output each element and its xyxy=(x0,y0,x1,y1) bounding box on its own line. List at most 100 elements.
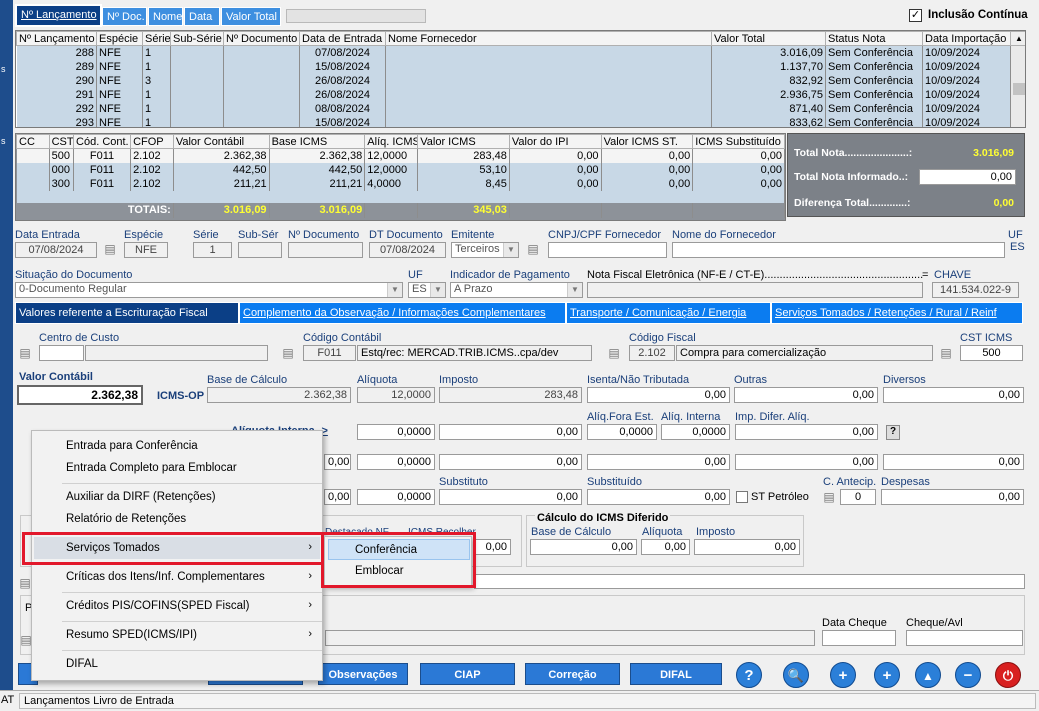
add-icon[interactable]: + xyxy=(874,662,900,688)
search-input[interactable] xyxy=(286,9,426,23)
situacao-select[interactable]: 0-Documento Regular ▼ xyxy=(15,282,403,298)
lookup-icon[interactable]: ▤ xyxy=(821,490,837,504)
tab-numero-lancamento[interactable]: Nº Lançamento xyxy=(15,4,102,27)
col-header[interactable]: Nº Lançamento xyxy=(16,31,97,46)
outras-input[interactable]: 0,00 xyxy=(734,387,878,403)
codigo-contabil-input[interactable]: F011 xyxy=(303,345,356,361)
vertical-scrollbar[interactable] xyxy=(1010,45,1025,127)
row2-field[interactable]: 0,00 xyxy=(883,454,1024,470)
difal-button[interactable]: DIFAL xyxy=(630,663,722,685)
data-cheque-input[interactable] xyxy=(822,630,896,646)
centro-custo-input[interactable] xyxy=(39,345,84,361)
items-grid[interactable]: CC CST Cód. Cont. CFOP Valor Contábil Ba… xyxy=(15,133,786,221)
chave-input[interactable]: 141.534.022-9 xyxy=(932,282,1019,298)
row2-field[interactable]: 0,00 xyxy=(587,454,730,470)
launch-grid[interactable]: Nº Lançamento Espécie Série Sub-Série Nº… xyxy=(15,30,1026,128)
menu-item-difal[interactable]: DIFAL xyxy=(66,658,98,670)
dif-base-input[interactable]: 0,00 xyxy=(530,539,637,555)
dif-aliq-input[interactable]: 0,00 xyxy=(641,539,690,555)
table-row[interactable]: 500 F011 2.102 2.362,38 2.362,38 12,0000 283,4… xyxy=(16,148,785,163)
table-row[interactable]: 293 NFE 1 15/08/2024 833,62 Sem Conferência 10… xyxy=(16,115,1026,127)
col-header[interactable]: Série xyxy=(142,31,171,46)
col-header[interactable]: CC xyxy=(16,134,50,149)
col-header[interactable]: ICMS Substituído xyxy=(692,134,785,149)
aliq-int2-input[interactable]: 0,0000 xyxy=(661,424,730,440)
c-antecip-input[interactable]: 0 xyxy=(840,489,876,505)
table-row[interactable]: 290 NFE 3 26/08/2024 832,92 Sem Conferência 10… xyxy=(16,73,1026,88)
lookup-icon[interactable]: ▤ xyxy=(606,346,622,360)
col-header[interactable]: Valor ICMS xyxy=(417,134,510,149)
tab-complemento-observacao[interactable]: Complemento da Observação / Informações … xyxy=(239,302,566,324)
despesas-input[interactable]: 0,00 xyxy=(881,489,1024,505)
row2-field[interactable]: 0,00 xyxy=(439,454,582,470)
scroll-up[interactable]: ▲ xyxy=(1010,31,1025,46)
tab-servicos-tomados[interactable]: Serviços Tomados / Retenções / Rural / R… xyxy=(771,302,1023,324)
cheque-input[interactable] xyxy=(906,630,1023,646)
inclusao-continua-checkbox[interactable]: ✓ xyxy=(909,9,922,22)
aliq-interna-input[interactable]: 0,0000 xyxy=(357,424,435,440)
imposto-input[interactable]: 283,48 xyxy=(439,387,582,403)
calendar-icon[interactable]: ▤ xyxy=(102,242,118,256)
col-header[interactable]: Data Importação xyxy=(922,31,1011,46)
menu-item-entrada-conferencia[interactable]: Entrada para Conferência xyxy=(66,440,198,452)
table-row[interactable]: 289 NFE 1 15/08/2024 1.137,70 Sem Conferência… xyxy=(16,59,1026,74)
observacao-input[interactable] xyxy=(474,574,1025,589)
col-header[interactable]: Nome Fornecedor xyxy=(385,31,712,46)
table-row[interactable]: 000 F011 2.102 442,50 442,50 12,0000 53,10 0,00… xyxy=(16,162,785,177)
col-header[interactable]: Valor ICMS ST. xyxy=(600,134,694,149)
lookup-icon[interactable]: ▤ xyxy=(17,346,33,360)
menu-item-auxiliar-dirf[interactable]: Auxiliar da DIRF (Retenções) xyxy=(66,491,216,503)
aliquota-input[interactable]: 12,0000 xyxy=(357,387,435,403)
substituto-input[interactable]: 0,00 xyxy=(439,489,582,505)
sub-serie-input[interactable] xyxy=(238,242,282,258)
col-header[interactable]: Status Nota xyxy=(825,31,923,46)
row3-field[interactable]: 0,0000 xyxy=(357,489,435,505)
tab-transporte[interactable]: Transporte / Comunicação / Energia xyxy=(566,302,771,324)
menu-item-entrada-completo[interactable]: Entrada Completo para Emblocar xyxy=(66,462,237,474)
icms-recolher-input[interactable]: 0,00 xyxy=(473,539,511,555)
codigo-fiscal-input[interactable]: 2.102 xyxy=(629,345,675,361)
row2-field[interactable]: 0,00 xyxy=(324,454,351,470)
col-header[interactable]: Cód. Cont. xyxy=(73,134,132,149)
table-row[interactable]: 288 NFE 1 07/08/2024 3.016,09 Sem Conferência… xyxy=(16,45,1025,127)
tab-numero-doc[interactable]: Nº Doc. xyxy=(102,7,147,26)
col-header[interactable]: CFOP xyxy=(130,134,174,149)
col-header[interactable]: Alíq. ICMS xyxy=(364,134,419,149)
menu-item-resumo-sped[interactable]: Resumo SPED(ICMS/IPI) xyxy=(66,629,197,641)
col-header[interactable]: Valor Total xyxy=(711,31,826,46)
row2-field[interactable]: 0,00 xyxy=(735,454,878,470)
data-entrada-input[interactable]: 07/08/2024 xyxy=(15,242,97,258)
dt-doc-input[interactable]: 07/08/2024 xyxy=(369,242,446,258)
imp-difer-input[interactable]: 0,00 xyxy=(735,424,878,440)
num-doc-input[interactable] xyxy=(288,242,363,258)
isenta-input[interactable]: 0,00 xyxy=(587,387,730,403)
remove-icon[interactable]: − xyxy=(955,662,981,688)
correcao-button[interactable]: Correção xyxy=(525,663,620,685)
col-header[interactable]: Base ICMS xyxy=(268,134,366,149)
chevron-down-icon[interactable]: ▼ xyxy=(503,243,518,257)
chevron-down-icon[interactable]: ▼ xyxy=(387,283,402,297)
pagamento-select[interactable]: A Prazo ▼ xyxy=(450,282,583,298)
serie-input[interactable]: 1 xyxy=(193,242,232,258)
aliq-interna-imposto[interactable]: 0,00 xyxy=(439,424,582,440)
ciap-button[interactable]: CIAP xyxy=(420,663,515,685)
nfe-input[interactable] xyxy=(587,282,923,298)
col-header[interactable]: Nº Documento xyxy=(223,31,300,46)
table-row[interactable]: 291 NFE 1 26/08/2024 2.936,75 Sem Conferência… xyxy=(16,87,1026,102)
observacoes-button[interactable]: Observações xyxy=(318,663,408,685)
tab-data[interactable]: Data xyxy=(184,7,220,26)
st-petroleo-checkbox[interactable] xyxy=(736,491,748,503)
dif-imp-input[interactable]: 0,00 xyxy=(694,539,800,555)
row3-field[interactable]: 0,00 xyxy=(324,489,351,505)
total-informado-input[interactable]: 0,00 xyxy=(919,169,1016,185)
col-header[interactable]: Valor do IPI xyxy=(508,134,602,149)
menu-item-criticas[interactable]: Críticas dos Itens/Inf. Complementares xyxy=(66,571,265,583)
tab-escrituracao-fiscal[interactable]: Valores referente a Escrituração Fiscal xyxy=(15,302,239,324)
col-header[interactable]: Sub-Série xyxy=(170,31,224,46)
search-icon[interactable]: 🔍 xyxy=(783,662,809,688)
lookup-icon[interactable]: ▤ xyxy=(280,346,296,360)
menu-item-relatorio-retencoes[interactable]: Relatório de Retenções xyxy=(66,513,186,525)
cst-input[interactable]: 500 xyxy=(960,345,1023,361)
table-row[interactable]: 300 F011 2.102 211,21 211,21 4,0000 8,45 0,00 0,… xyxy=(16,176,785,191)
chevron-down-icon[interactable]: ▼ xyxy=(430,283,445,297)
